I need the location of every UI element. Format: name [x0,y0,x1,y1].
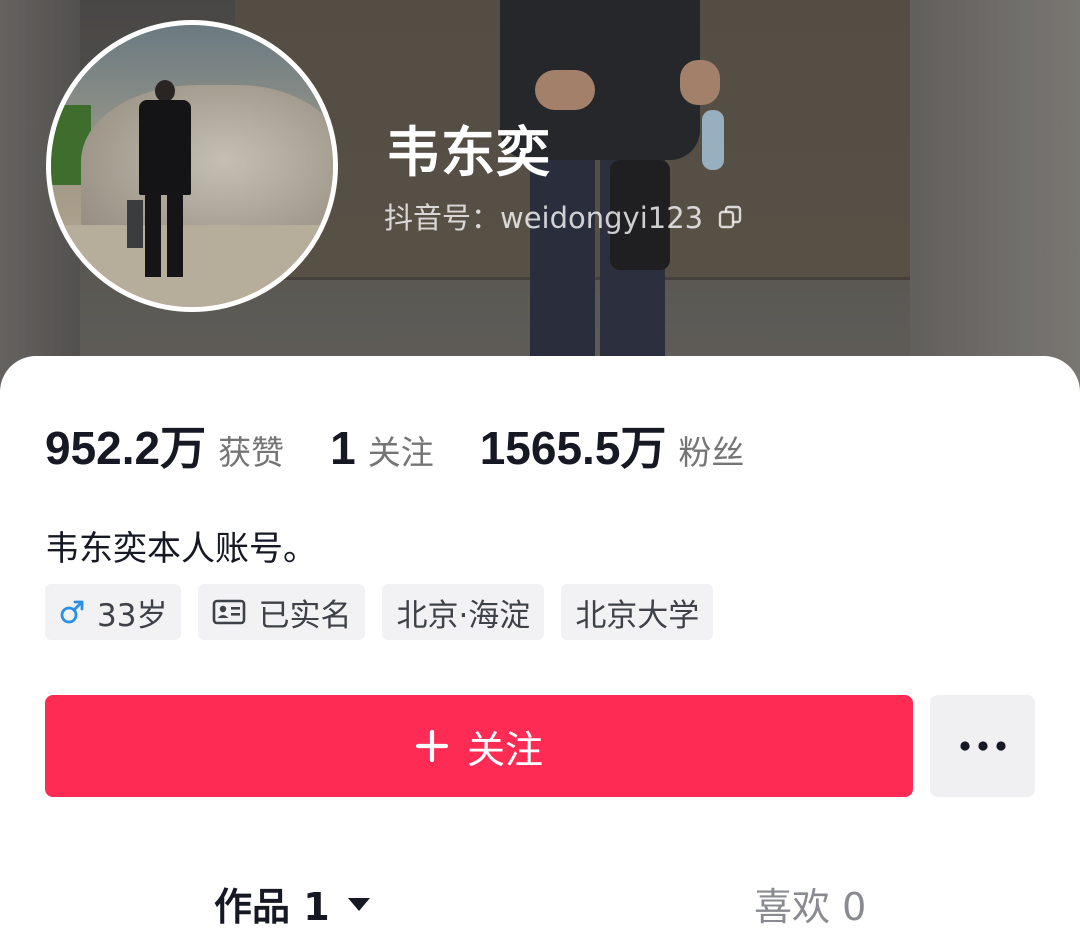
tag-label: 33岁 [97,597,168,634]
tag-label: 已实名 [258,597,352,634]
tab-works[interactable]: 作品 1 [214,876,372,931]
profile-card: 952.2万 获赞 1 关注 1565.5万 粉丝 韦东奕本人账号。 33岁 已… [0,356,1080,945]
douyin-id-row[interactable]: 抖音号：weidongyi123 [384,195,743,237]
content-tabs: 作品 1 喜欢 0 [0,876,1080,945]
stat-label: 获赞 [218,433,285,472]
more-dots-icon [959,737,1007,756]
tag-row: 33岁 已实名 北京·海淀 北京大学 [45,584,730,640]
copy-icon[interactable] [717,203,743,229]
tag-age: 33岁 [45,584,182,640]
bio-text: 韦东奕本人账号。 [45,529,317,569]
tag-school[interactable]: 北京大学 [561,584,714,640]
follow-button-label: 关注 [466,727,543,772]
stat-value: 1565.5万 [479,422,667,474]
tag-verified: 已实名 [198,584,366,640]
tag-label: 北京大学 [575,597,700,634]
tab-label: 作品 1 [214,885,330,929]
stat-label: 关注 [367,433,434,472]
stat-value: 952.2万 [45,422,207,474]
stats-row: 952.2万 获赞 1 关注 1565.5万 粉丝 [45,412,790,478]
follow-button[interactable]: 关注 [45,695,913,797]
stat-value: 1 [330,422,356,474]
tag-label: 北京·海淀 [396,597,531,634]
plus-icon [415,729,449,763]
avatar[interactable] [46,20,338,312]
douyin-id: 抖音号：weidongyi123 [384,201,704,235]
stat-likes[interactable]: 952.2万 获赞 [45,412,284,478]
id-card-icon [212,599,246,625]
tab-likes[interactable]: 喜欢 0 [754,876,866,931]
stat-following[interactable]: 1 关注 [330,421,434,475]
avatar-person [127,80,197,280]
more-button[interactable] [930,695,1035,797]
profile-name: 韦东奕 [386,121,551,184]
stat-label: 粉丝 [678,433,745,472]
male-icon [59,599,85,625]
tag-location: 北京·海淀 [382,584,545,640]
tab-label: 喜欢 0 [754,885,867,929]
caret-down-icon [346,895,372,913]
stat-followers[interactable]: 1565.5万 粉丝 [480,412,745,478]
